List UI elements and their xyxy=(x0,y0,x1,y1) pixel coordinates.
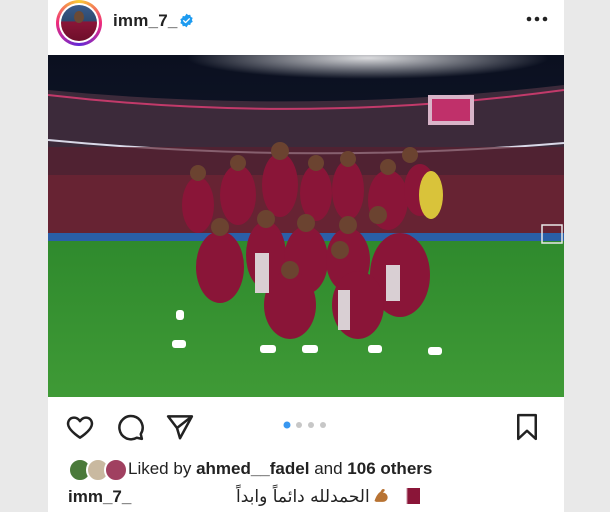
likes-conjunction: and xyxy=(314,459,343,478)
more-options-icon[interactable] xyxy=(526,14,548,24)
comment-icon[interactable] xyxy=(115,412,145,442)
carousel-indicator xyxy=(283,421,326,429)
post-username[interactable]: imm_7_ xyxy=(113,11,178,31)
likes-others[interactable]: 106 others xyxy=(347,459,432,478)
send-icon[interactable] xyxy=(165,412,195,442)
post-header: imm_7_ xyxy=(48,0,564,46)
post-card: imm_7_ Liked by ahmed__fadel and 106 oth… xyxy=(48,0,564,512)
flexed-biceps-icon xyxy=(374,489,388,502)
caption-username[interactable]: imm_7_ xyxy=(68,487,131,507)
verified-badge-icon xyxy=(180,13,193,28)
post-photo[interactable] xyxy=(48,55,564,397)
likes-text: Liked by ahmed__fadel and 106 others xyxy=(128,459,432,479)
heart-icon[interactable] xyxy=(65,412,95,442)
profile-avatar[interactable] xyxy=(56,0,102,46)
caption-text: الحمدلله دائماً وابداً xyxy=(236,487,370,507)
post-caption: imm_7_ الحمدلله دائماً وابداً xyxy=(66,485,546,509)
bookmark-icon[interactable] xyxy=(512,412,542,442)
qatar-flag-icon xyxy=(400,488,420,504)
likes-prefix: Liked by xyxy=(128,459,192,478)
stadium-team-photo xyxy=(48,55,564,397)
likes-row[interactable]: Liked by ahmed__fadel and 106 others xyxy=(66,456,546,482)
liker-avatar xyxy=(104,458,128,482)
liker-username[interactable]: ahmed__fadel xyxy=(196,459,309,478)
